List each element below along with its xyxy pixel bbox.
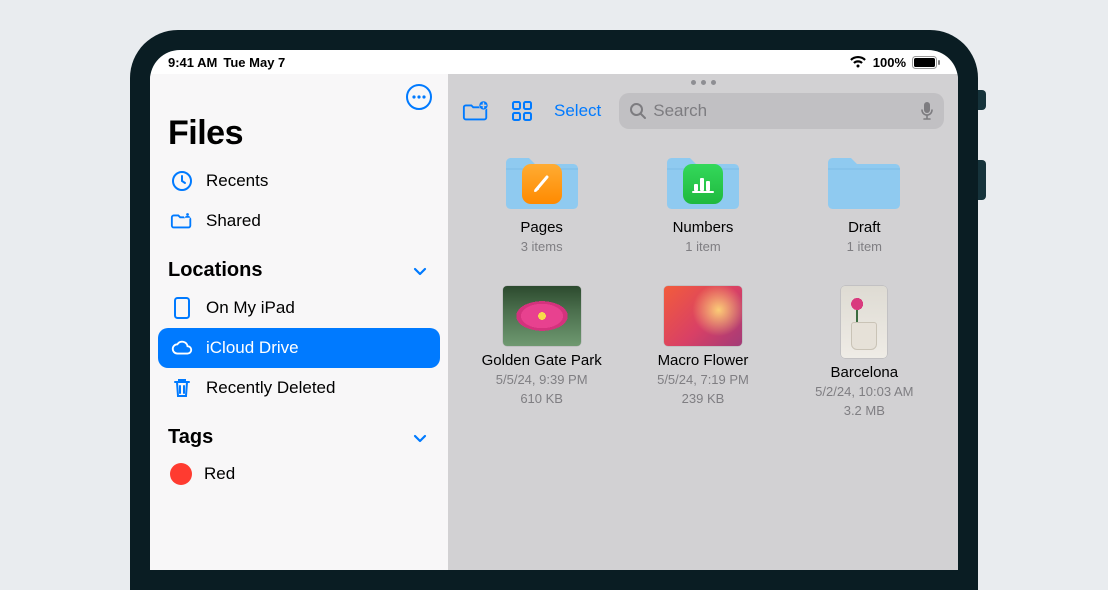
ipad-frame: 9:41 AM Tue May 7 100% — [130, 30, 978, 590]
sidebar-item-label: Shared — [206, 211, 261, 231]
ipad-icon — [170, 296, 194, 320]
file-barcelona[interactable]: Barcelona 5/2/24, 10:03 AM 3.2 MB — [789, 286, 940, 420]
new-folder-button[interactable] — [462, 97, 490, 125]
chevron-down-icon — [410, 261, 430, 281]
sidebar: Files Recents Shared — [150, 74, 448, 570]
sidebar-item-label: On My iPad — [206, 298, 295, 318]
grid-icon — [510, 99, 534, 123]
file-meta: 5/5/24, 7:19 PM — [657, 372, 749, 389]
tag-color-dot — [170, 463, 192, 485]
file-macro-flower[interactable]: Macro Flower 5/5/24, 7:19 PM 239 KB — [627, 286, 778, 420]
section-tags-header[interactable]: Tags — [150, 408, 448, 455]
sidebar-item-recently-deleted[interactable]: Recently Deleted — [158, 368, 440, 408]
ellipsis-circle-icon — [405, 83, 433, 111]
sidebar-more-button[interactable] — [404, 82, 434, 112]
file-grid: Pages 3 items Numbers 1 item — [448, 139, 958, 570]
microphone-icon[interactable] — [920, 101, 934, 121]
sidebar-item-icloud-drive[interactable]: iCloud Drive — [158, 328, 440, 368]
file-name: Macro Flower — [658, 352, 749, 370]
toolbar: Select — [448, 87, 958, 139]
search-field[interactable] — [619, 93, 944, 129]
view-mode-button[interactable] — [508, 97, 536, 125]
sidebar-tag-red[interactable]: Red — [158, 455, 440, 493]
sidebar-item-label: Recents — [206, 171, 268, 191]
image-thumbnail — [664, 286, 742, 346]
battery-icon — [912, 56, 940, 69]
sidebar-item-label: Recently Deleted — [206, 378, 335, 398]
shared-folder-icon — [170, 209, 194, 233]
file-name: Draft — [848, 219, 881, 237]
folder-icon — [824, 149, 904, 213]
numbers-app-icon — [691, 174, 715, 194]
sidebar-item-recents[interactable]: Recents — [158, 161, 440, 201]
status-time: 9:41 AM — [168, 55, 217, 70]
folder-draft[interactable]: Draft 1 item — [789, 149, 940, 256]
sidebar-item-label: Red — [204, 464, 235, 484]
file-name: Numbers — [673, 219, 734, 237]
content-area: Select — [448, 74, 958, 570]
section-title: Tags — [168, 426, 213, 449]
search-input[interactable] — [653, 101, 914, 121]
search-icon — [629, 102, 647, 120]
section-locations-header[interactable]: Locations — [150, 241, 448, 288]
status-date: Tue May 7 — [223, 55, 285, 70]
sidebar-item-shared[interactable]: Shared — [158, 201, 440, 241]
multitasking-dots[interactable] — [448, 74, 958, 87]
file-meta: 5/5/24, 9:39 PM — [496, 372, 588, 389]
folder-plus-icon — [462, 98, 490, 124]
file-size: 239 KB — [682, 391, 725, 408]
file-golden-gate-park[interactable]: Golden Gate Park 5/5/24, 9:39 PM 610 KB — [466, 286, 617, 420]
folder-numbers[interactable]: Numbers 1 item — [627, 149, 778, 256]
image-thumbnail — [841, 286, 887, 358]
image-thumbnail — [503, 286, 581, 346]
file-meta: 1 item — [685, 239, 720, 256]
status-bar: 9:41 AM Tue May 7 100% — [150, 50, 958, 74]
file-meta: 3 items — [521, 239, 563, 256]
file-meta: 1 item — [847, 239, 882, 256]
clock-icon — [170, 169, 194, 193]
status-battery-pct: 100% — [873, 55, 906, 70]
sidebar-item-on-my-ipad[interactable]: On My iPad — [158, 288, 440, 328]
file-size: 610 KB — [520, 391, 563, 408]
chevron-down-icon — [410, 428, 430, 448]
folder-pages[interactable]: Pages 3 items — [466, 149, 617, 256]
screen: 9:41 AM Tue May 7 100% — [150, 50, 958, 570]
select-button[interactable]: Select — [554, 101, 601, 121]
file-name: Pages — [520, 219, 563, 237]
file-size: 3.2 MB — [844, 403, 885, 420]
trash-icon — [170, 376, 194, 400]
device-button — [978, 90, 986, 110]
device-button — [978, 160, 986, 200]
sidebar-item-label: iCloud Drive — [206, 338, 299, 358]
cloud-icon — [170, 336, 194, 360]
wifi-icon — [849, 55, 867, 69]
app-title: Files — [150, 112, 448, 161]
file-name: Golden Gate Park — [482, 352, 602, 370]
section-title: Locations — [168, 259, 262, 282]
file-name: Barcelona — [831, 364, 899, 382]
file-meta: 5/2/24, 10:03 AM — [815, 384, 913, 401]
pages-app-icon — [531, 173, 553, 195]
